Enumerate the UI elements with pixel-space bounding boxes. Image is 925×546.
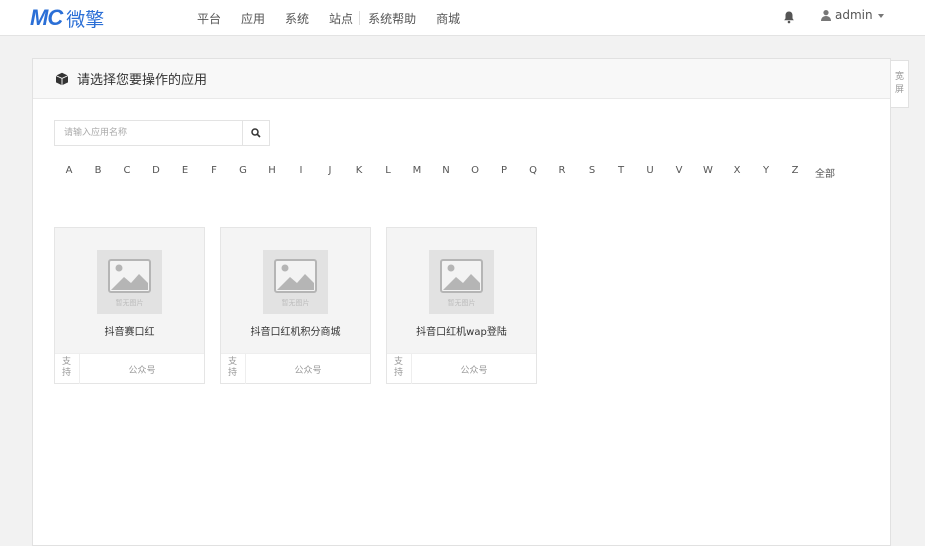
username: admin [835, 8, 873, 22]
letter-filter-item[interactable]: U [643, 165, 657, 176]
letter-filter-item[interactable]: X [730, 165, 744, 176]
letter-filter-item[interactable]: F [207, 165, 221, 176]
user-menu[interactable]: admin [820, 8, 884, 22]
widescreen-toggle[interactable]: 宽 屏 [891, 60, 909, 108]
app-card[interactable]: 暂无图片 抖音口红机wap登陆 支持 公众号 [386, 227, 537, 384]
app-card-body: 暂无图片 抖音口红机积分商城 [221, 228, 370, 354]
app-search [54, 120, 270, 146]
support-label: 支持 [55, 354, 80, 384]
letter-filter-item[interactable]: S [585, 165, 599, 176]
logo[interactable]: MC 微擎 [30, 5, 105, 31]
search-input[interactable] [55, 121, 242, 145]
letter-filter-item[interactable]: T [614, 165, 628, 176]
nav-divider [359, 11, 361, 25]
letter-filter-item[interactable]: V [672, 165, 686, 176]
main-nav: 平台 应用 系统 站点 系统帮助 商城 [197, 0, 460, 36]
app-card[interactable]: 暂无图片 抖音口红机积分商城 支持 公众号 [220, 227, 371, 384]
app-select-panel: 请选择您要操作的应用 A B C D E F G H I J K L M N O… [32, 58, 891, 546]
letter-filter-item[interactable]: J [323, 165, 337, 176]
widescreen-toggle-char: 屏 [894, 85, 904, 95]
app-card-footer: 支持 公众号 [387, 354, 536, 384]
search-button[interactable] [242, 121, 269, 145]
letter-filter-item[interactable]: D [149, 165, 163, 176]
letter-filter-item[interactable]: O [468, 165, 482, 176]
letter-filter-item[interactable]: M [410, 165, 424, 176]
letter-filter-item[interactable]: Y [759, 165, 773, 176]
logo-text: 微擎 [66, 8, 105, 31]
letter-filter-item[interactable]: P [497, 165, 511, 176]
letter-filter-item[interactable]: H [265, 165, 279, 176]
image-placeholder-caption: 暂无图片 [115, 299, 144, 307]
app-type: 公众号 [294, 365, 322, 376]
app-type: 公众号 [128, 365, 156, 376]
letter-filter-item[interactable]: N [439, 165, 453, 176]
cube-icon [55, 72, 69, 85]
letter-filter-item[interactable]: A [62, 165, 76, 176]
nav-item-site[interactable]: 站点 [329, 10, 353, 27]
app-card-body: 暂无图片 抖音赛口红 [55, 228, 204, 354]
app-name: 抖音口红机积分商城 [250, 327, 341, 338]
nav-item-store[interactable]: 商城 [436, 10, 460, 27]
image-placeholder-caption: 暂无图片 [281, 299, 310, 307]
image-placeholder-icon [274, 259, 317, 293]
app-thumbnail: 暂无图片 [429, 250, 494, 314]
app-card-footer: 支持 公众号 [221, 354, 370, 384]
letter-filter-item[interactable]: Q [526, 165, 540, 176]
letter-filter-item[interactable]: B [91, 165, 105, 176]
app-thumbnail: 暂无图片 [263, 250, 328, 314]
app-card-footer: 支持 公众号 [55, 354, 204, 384]
top-navbar: MC 微擎 平台 应用 系统 站点 系统帮助 商城 admin [0, 0, 925, 36]
letter-filter-item[interactable]: C [120, 165, 134, 176]
bell-icon[interactable] [783, 10, 795, 24]
panel-header: 请选择您要操作的应用 [33, 59, 890, 99]
nav-item-apps[interactable]: 应用 [241, 10, 265, 27]
nav-item-system[interactable]: 系统 [285, 10, 309, 27]
app-name: 抖音口红机wap登陆 [416, 327, 507, 338]
app-thumbnail: 暂无图片 [97, 250, 162, 314]
letter-filter-all[interactable]: 全部 [815, 165, 835, 180]
support-label: 支持 [221, 354, 246, 384]
user-icon [821, 10, 831, 21]
app-card-body: 暂无图片 抖音口红机wap登陆 [387, 228, 536, 354]
logo-mark: MC [30, 5, 63, 30]
letter-filter-item[interactable]: Z [788, 165, 802, 176]
panel-title: 请选择您要操作的应用 [77, 73, 208, 88]
chevron-down-icon [877, 13, 884, 18]
letter-filter-item[interactable]: R [555, 165, 569, 176]
letter-filter-item[interactable]: L [381, 165, 395, 176]
nav-item-platform[interactable]: 平台 [197, 10, 221, 27]
image-placeholder-caption: 暂无图片 [447, 299, 476, 307]
image-placeholder-icon [440, 259, 483, 293]
search-icon [251, 128, 261, 138]
support-label: 支持 [387, 354, 412, 384]
letter-filter-item[interactable]: W [701, 165, 715, 176]
letter-filter-item[interactable]: E [178, 165, 192, 176]
app-card[interactable]: 暂无图片 抖音赛口红 支持 公众号 [54, 227, 205, 384]
widescreen-toggle-char: 宽 [894, 72, 904, 82]
app-type: 公众号 [460, 365, 488, 376]
letter-filter-item[interactable]: K [352, 165, 366, 176]
letter-filter: A B C D E F G H I J K L M N O P Q R S T … [33, 165, 892, 180]
image-placeholder-icon [108, 259, 151, 293]
letter-filter-item[interactable]: G [236, 165, 250, 176]
letter-filter-item[interactable]: I [294, 165, 308, 176]
app-name: 抖音赛口红 [104, 327, 155, 338]
nav-item-help[interactable]: 系统帮助 [368, 10, 416, 27]
